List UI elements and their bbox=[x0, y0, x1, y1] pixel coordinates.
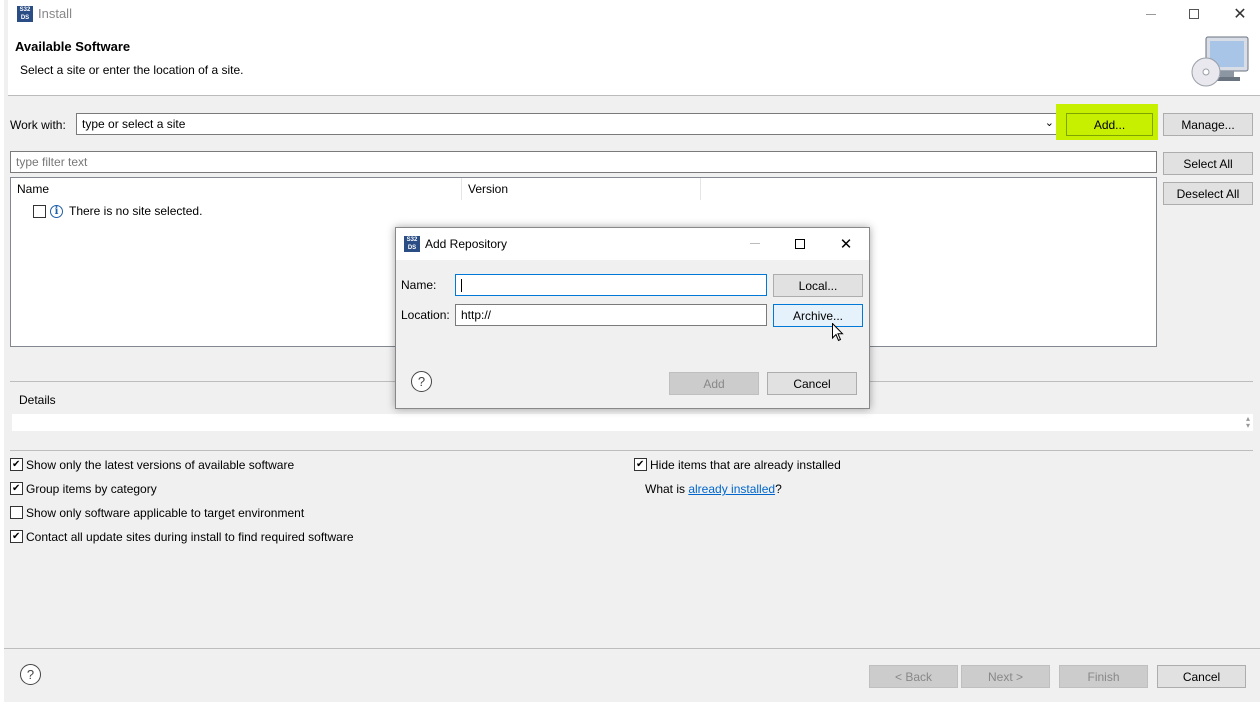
location-input[interactable]: http:// bbox=[455, 304, 767, 326]
separator bbox=[10, 450, 1253, 451]
hide-installed-label: Hide items that are already installed bbox=[650, 458, 841, 472]
dialog-help-icon[interactable]: ? bbox=[411, 371, 432, 392]
group-by-category-checkbox[interactable] bbox=[10, 482, 23, 495]
wizard-header: Available Software Select a site or ente… bbox=[8, 28, 1260, 96]
chevron-down-icon[interactable]: ⌄ bbox=[1045, 116, 1054, 129]
window-title: Install bbox=[38, 6, 72, 21]
mouse-pointer-icon bbox=[832, 323, 844, 342]
help-icon[interactable]: ? bbox=[20, 664, 41, 685]
install-banner-icon bbox=[1191, 36, 1249, 87]
app-icon: S32 DS bbox=[404, 236, 420, 252]
work-with-combo[interactable]: type or select a site ⌄ bbox=[76, 113, 1059, 135]
target-environment-label: Show only software applicable to target … bbox=[26, 506, 305, 520]
filter-placeholder: type filter text bbox=[16, 155, 88, 169]
maximize-button[interactable] bbox=[1171, 0, 1217, 28]
scroll-arrows-icon[interactable]: ▴ ▾ bbox=[1246, 415, 1250, 430]
row-checkbox[interactable] bbox=[33, 205, 46, 218]
manage-button[interactable]: Manage... bbox=[1163, 113, 1253, 136]
table-row-text: There is no site selected. bbox=[69, 204, 203, 218]
dialog-title-bar: S32 DS Add Repository ✕ bbox=[396, 228, 869, 260]
page-description: Select a site or enter the location of a… bbox=[20, 63, 244, 77]
latest-versions-checkbox[interactable] bbox=[10, 458, 23, 471]
finish-button[interactable]: Finish bbox=[1059, 665, 1148, 688]
name-label: Name: bbox=[401, 278, 437, 292]
app-icon: S32 DS bbox=[17, 6, 33, 22]
local-button[interactable]: Local... bbox=[773, 274, 863, 297]
page-title: Available Software bbox=[15, 39, 131, 54]
title-bar: S32 DS Install ✕ bbox=[8, 0, 1260, 28]
info-icon: i bbox=[50, 205, 63, 218]
close-button[interactable]: ✕ bbox=[1217, 0, 1260, 28]
work-with-label: Work with: bbox=[10, 118, 66, 132]
back-button[interactable]: < Back bbox=[869, 665, 958, 688]
column-header-name[interactable]: Name bbox=[11, 178, 462, 200]
already-installed-link[interactable]: already installed bbox=[688, 482, 775, 496]
minimize-icon bbox=[1146, 13, 1156, 15]
add-site-button[interactable]: Add... bbox=[1066, 113, 1153, 136]
close-icon: ✕ bbox=[1233, 6, 1247, 23]
hide-installed-checkbox[interactable] bbox=[634, 458, 647, 471]
target-environment-checkbox[interactable] bbox=[10, 506, 23, 519]
details-text-area[interactable]: ▴ ▾ bbox=[12, 414, 1253, 431]
work-with-combo-value: type or select a site bbox=[82, 117, 186, 131]
dialog-maximize-button[interactable] bbox=[777, 228, 823, 259]
cancel-button[interactable]: Cancel bbox=[1157, 665, 1246, 688]
close-icon: ✕ bbox=[839, 235, 853, 253]
contact-sites-label: Contact all update sites during install … bbox=[26, 530, 354, 544]
dialog-minimize-button[interactable] bbox=[732, 228, 778, 259]
what-is-suffix: ? bbox=[775, 482, 782, 496]
dialog-add-button[interactable]: Add bbox=[669, 372, 759, 395]
what-is-prefix: What is bbox=[645, 482, 689, 496]
contact-sites-checkbox[interactable] bbox=[10, 530, 23, 543]
maximize-icon bbox=[1189, 9, 1199, 19]
footer-separator bbox=[4, 648, 1260, 649]
group-by-category-label: Group items by category bbox=[26, 482, 157, 496]
name-input[interactable] bbox=[455, 274, 767, 296]
what-is-installed-text: What is already installed? bbox=[645, 482, 782, 496]
dialog-cancel-button[interactable]: Cancel bbox=[767, 372, 857, 395]
archive-button[interactable]: Archive... bbox=[773, 304, 863, 327]
location-input-value: http:// bbox=[461, 308, 492, 322]
details-label: Details bbox=[19, 393, 56, 407]
text-caret bbox=[461, 279, 462, 293]
dialog-title: Add Repository bbox=[425, 237, 508, 251]
deselect-all-button[interactable]: Deselect All bbox=[1163, 182, 1253, 205]
add-repository-dialog: S32 DS Add Repository ✕ Name: Local... L… bbox=[395, 227, 870, 409]
select-all-button[interactable]: Select All bbox=[1163, 152, 1253, 175]
next-button[interactable]: Next > bbox=[961, 665, 1050, 688]
location-label: Location: bbox=[401, 308, 450, 322]
column-header-version[interactable]: Version bbox=[462, 178, 701, 200]
maximize-icon bbox=[795, 238, 805, 249]
dialog-close-button[interactable]: ✕ bbox=[823, 228, 869, 259]
minimize-icon bbox=[750, 243, 760, 244]
latest-versions-label: Show only the latest versions of availab… bbox=[26, 458, 295, 472]
filter-input[interactable]: type filter text bbox=[10, 151, 1157, 173]
minimize-button[interactable] bbox=[1128, 0, 1174, 28]
